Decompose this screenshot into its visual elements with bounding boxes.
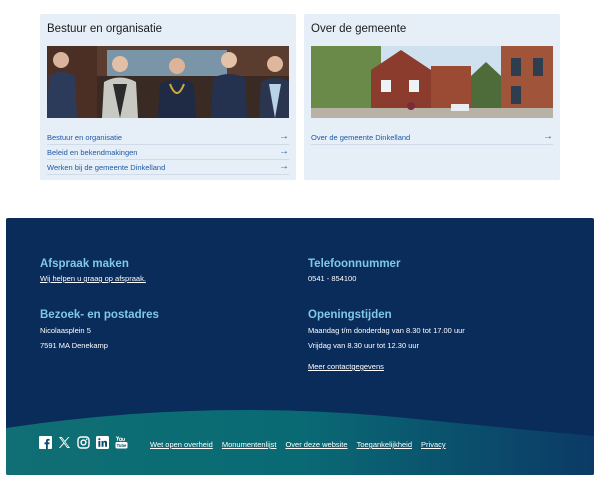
youtube-icon[interactable]: Tube (115, 436, 128, 449)
link-over-deze-website[interactable]: Over deze website (285, 440, 347, 449)
address-block: Bezoek- en postadres Nicolaasplein 5 759… (40, 309, 159, 353)
social-links: Tube (39, 436, 128, 449)
footer-bottom-links: Wet open overheid Monumentenlijst Over d… (150, 440, 446, 449)
card-title: Over de gemeente (311, 23, 407, 35)
link-beleid-en-bekendmakingen[interactable]: Beleid en bekendmakingen → (47, 145, 289, 160)
link-label: Bestuur en organisatie (47, 132, 123, 142)
link-label: Werken bij de gemeente Dinkelland (47, 162, 166, 172)
hours-line-2: Vrijdag van 8.30 uur tot 12.30 uur (308, 341, 420, 350)
link-privacy[interactable]: Privacy (421, 440, 446, 449)
link-over-de-gemeente-dinkelland[interactable]: Over de gemeente Dinkelland → (311, 130, 553, 145)
appointment-block: Afspraak maken Wij helpen u graag op afs… (40, 258, 146, 286)
hours-line-1: Maandag t/m donderdag van 8.30 tot 17.00… (308, 326, 465, 335)
site-footer: Afspraak maken Wij helpen u graag op afs… (6, 218, 594, 475)
card-title: Bestuur en organisatie (47, 23, 163, 35)
instagram-icon[interactable] (77, 436, 90, 449)
arrow-right-icon: → (279, 131, 289, 142)
x-icon[interactable] (58, 436, 71, 449)
hours-heading: Openingstijden (308, 309, 392, 321)
link-label: Beleid en bekendmakingen (47, 147, 138, 157)
more-contact-link[interactable]: Meer contactgegevens (308, 360, 465, 374)
link-label: Over de gemeente Dinkelland (311, 132, 411, 142)
link-monumentenlijst[interactable]: Monumentenlijst (222, 440, 277, 449)
card-links: Over de gemeente Dinkelland → (311, 130, 553, 145)
arrow-right-icon: → (279, 161, 289, 172)
hours-block: Openingstijden Maandag t/m donderdag van… (308, 309, 465, 374)
phone-number[interactable]: 0541 - 854100 (308, 271, 400, 286)
card-over-de-gemeente: Over de gemeente Over de gemeente Dinkel… (304, 14, 560, 180)
address-heading: Bezoek- en postadres (40, 309, 159, 321)
card-links: Bestuur en organisatie → Beleid en beken… (47, 130, 289, 175)
address-line-1: Nicolaasplein 5 (40, 326, 91, 335)
phone-heading: Telefoonnummer (308, 258, 401, 270)
appointment-link[interactable]: Wij helpen u graag op afspraak. (40, 272, 146, 286)
svg-text:Tube: Tube (117, 443, 127, 448)
facebook-icon[interactable] (39, 436, 52, 449)
address-line-2: 7591 MA Denekamp (40, 341, 108, 350)
appointment-heading: Afspraak maken (40, 258, 129, 270)
link-toegankelijkheid[interactable]: Toegankelijkheid (357, 440, 412, 449)
village-street-photo (311, 46, 553, 118)
linkedin-icon[interactable] (96, 436, 109, 449)
arrow-right-icon: → (279, 146, 289, 157)
council-photo (47, 46, 289, 118)
link-wet-open-overheid[interactable]: Wet open overheid (150, 440, 213, 449)
arrow-right-icon: → (543, 131, 553, 142)
link-bestuur-en-organisatie[interactable]: Bestuur en organisatie → (47, 130, 289, 145)
phone-block: Telefoonnummer 0541 - 854100 (308, 258, 400, 286)
card-bestuur: Bestuur en organisatie Bestuur en organi… (40, 14, 296, 180)
link-werken-bij[interactable]: Werken bij de gemeente Dinkelland → (47, 160, 289, 175)
